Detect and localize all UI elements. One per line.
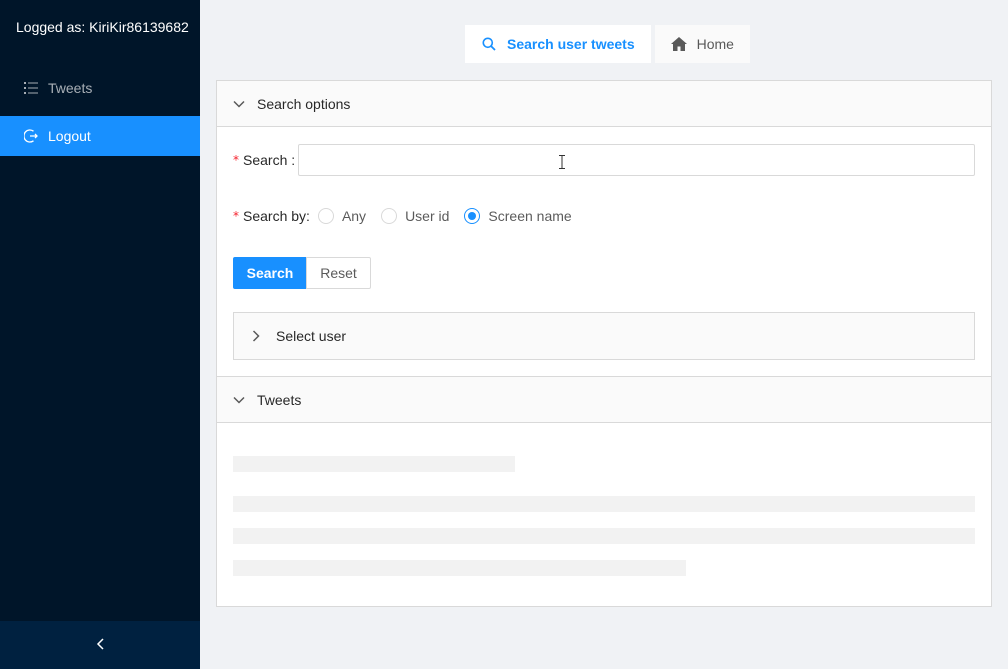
skeleton-line xyxy=(233,528,975,544)
chevron-down-icon xyxy=(233,394,245,406)
tweets-header[interactable]: Tweets xyxy=(217,377,991,423)
radio-circle xyxy=(464,208,481,224)
search-options-header[interactable]: Search options xyxy=(217,81,991,127)
reset-button[interactable]: Reset xyxy=(306,257,371,289)
tab-label: Search user tweets xyxy=(507,36,635,52)
search-button[interactable]: Search xyxy=(233,257,307,289)
panel-title: Tweets xyxy=(257,391,302,408)
radio-screen-name[interactable]: Screen name xyxy=(464,208,572,224)
text-cursor-icon xyxy=(559,155,565,172)
chevron-left-icon xyxy=(96,637,104,653)
required-mark: * xyxy=(233,153,239,167)
tab-search-user-tweets[interactable]: Search user tweets xyxy=(465,25,651,63)
chevron-down-icon xyxy=(233,98,245,110)
radio-label: User id xyxy=(405,208,450,224)
logged-in-user: Logged as: KiriKir86139682 xyxy=(16,19,189,35)
panel-title: Search options xyxy=(257,95,351,112)
search-icon xyxy=(481,36,497,52)
radio-circle xyxy=(381,208,398,224)
sidebar-item-label: Logout xyxy=(48,128,91,144)
search-label: Search xyxy=(243,152,288,168)
search-input[interactable] xyxy=(298,144,975,176)
tweets-panel: Tweets xyxy=(216,376,992,607)
search-by-row: * Search by: Any User id Screen name xyxy=(233,208,572,224)
tab-home[interactable]: Home xyxy=(654,25,750,63)
radio-circle xyxy=(317,208,334,224)
radio-label: Screen name xyxy=(488,208,572,224)
search-field-row: * Search : xyxy=(233,152,296,168)
top-navigation: Search user tweets Home xyxy=(465,25,750,63)
search-by-label: Search by xyxy=(243,208,307,224)
list-icon xyxy=(24,81,38,95)
skeleton-line xyxy=(233,560,686,576)
radio-any[interactable]: Any xyxy=(317,208,367,224)
sidebar-item-logout[interactable]: Logout xyxy=(0,116,200,156)
sidebar-item-tweets[interactable]: Tweets xyxy=(0,68,200,108)
select-user-label: Select user xyxy=(276,328,347,344)
radio-user-id[interactable]: User id xyxy=(381,208,449,224)
search-options-panel: Search options * Search : * Search by: A… xyxy=(216,80,992,377)
skeleton-line xyxy=(233,496,975,512)
tab-label: Home xyxy=(696,36,734,52)
sidebar-item-label: Tweets xyxy=(48,80,93,96)
select-user-collapse[interactable]: Select user xyxy=(233,312,975,360)
home-icon xyxy=(670,36,687,52)
search-options-body: * Search : * Search by: Any User id Scre… xyxy=(217,128,991,376)
radio-label: Any xyxy=(341,208,367,224)
sidebar: Logged as: KiriKir86139682 Tweets Logout xyxy=(0,0,200,669)
chevron-right-icon xyxy=(250,330,262,342)
sidebar-collapse-trigger[interactable] xyxy=(0,621,200,669)
skeleton-title xyxy=(233,456,515,472)
required-mark: * xyxy=(233,209,239,223)
logout-icon xyxy=(24,129,38,143)
